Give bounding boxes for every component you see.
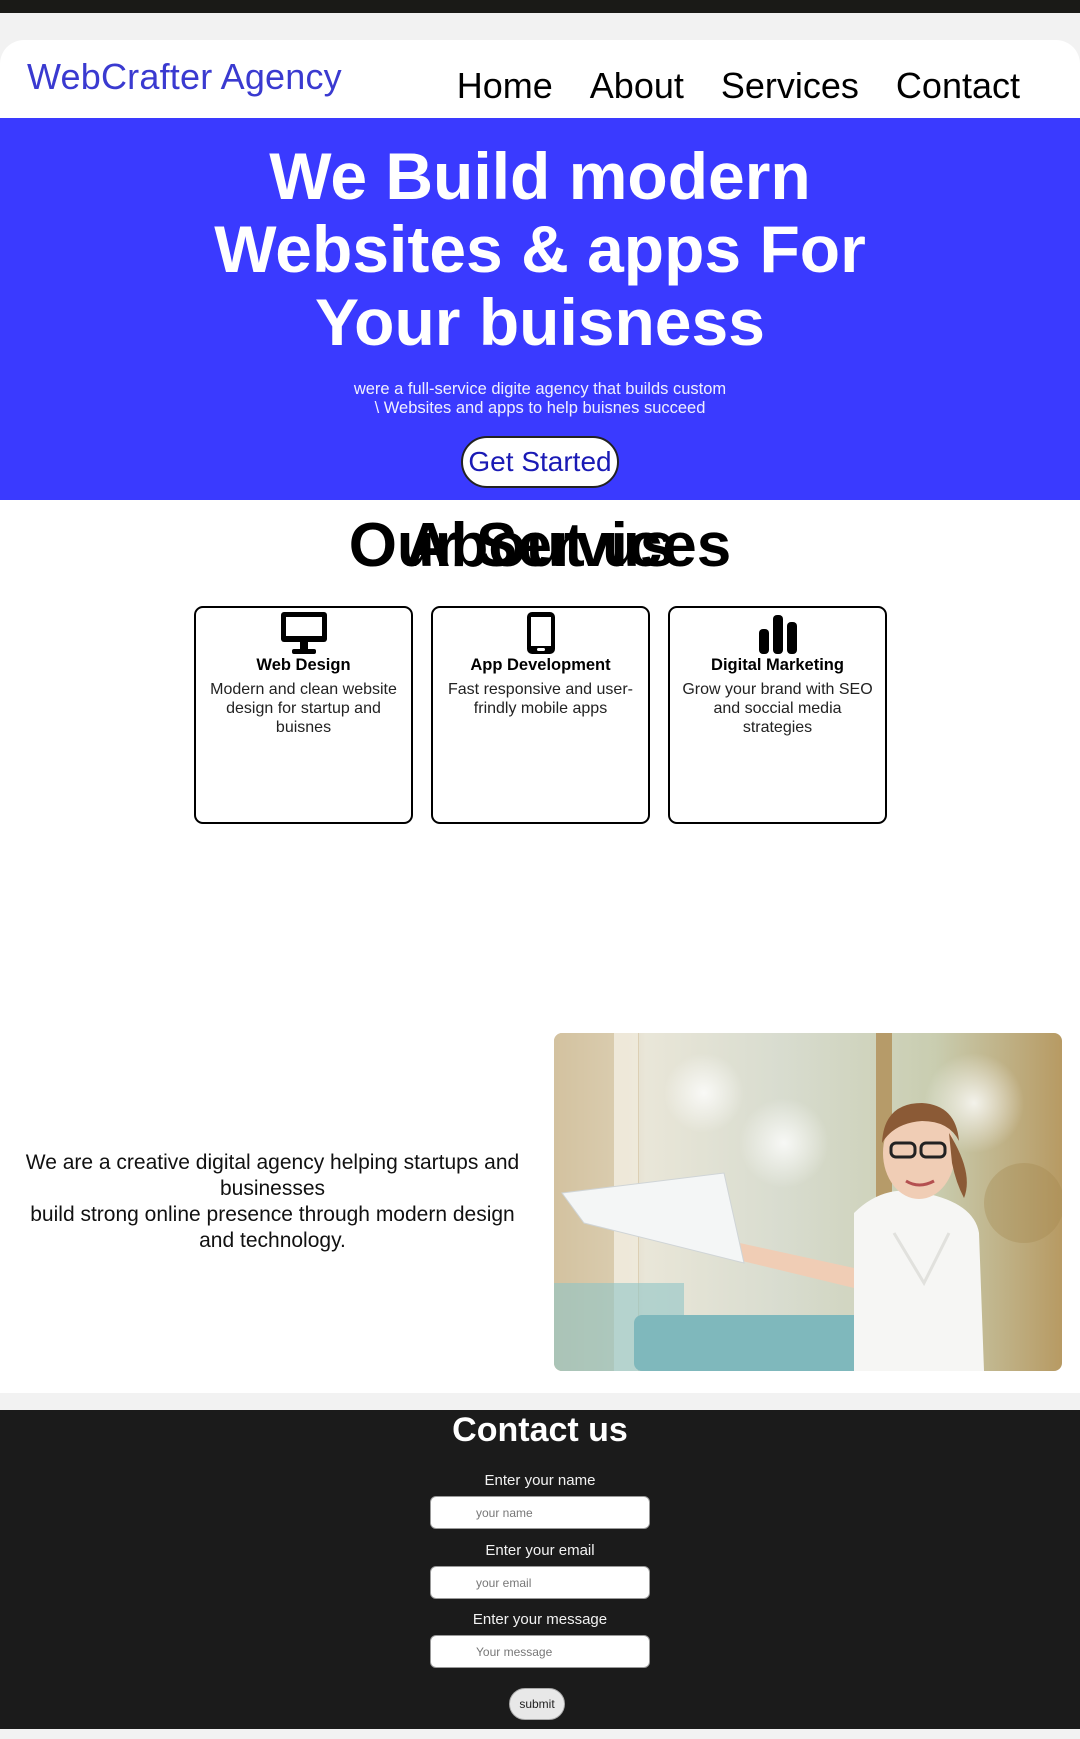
email-input[interactable] [430,1566,650,1599]
site-header: WebCrafter Agency Home About Services Co… [0,40,1080,118]
site-logo[interactable]: WebCrafter Agency [27,56,342,98]
service-card-description: Modern and clean website design for star… [210,681,397,736]
hero-section: We Build modern Websites & apps For Your… [0,118,1080,500]
service-card-title: Web Design [256,656,351,674]
name-input[interactable] [430,1496,650,1529]
service-card-description: Fast responsive and user-frindly mobile … [448,681,633,717]
monitor-icon [196,611,411,657]
hero-subtitle-line-2: \ Websites and apps to help buisnes succ… [374,399,706,417]
about-text-line-1: We are a creative digital agency helping… [25,1151,520,1200]
name-label: Enter your name [484,1472,596,1489]
nav-contact-link[interactable]: Contact [896,65,1020,107]
service-card-digital-marketing: Digital Marketing Grow your brand with S… [668,606,887,824]
nav-home-link[interactable]: Home [457,65,553,107]
service-card-description: Grow your brand with SEO and soccial med… [682,681,873,736]
contact-section: Contact us Enter your name Enter your em… [0,1410,1080,1729]
email-label: Enter your email [485,1542,595,1559]
main-nav: Home About Services Contact [420,65,1020,107]
top-bar [0,0,1080,13]
about-photo [554,1033,1062,1371]
nav-services-link[interactable]: Services [721,65,859,107]
get-started-button[interactable]: Get Started [461,436,619,488]
services-section: Our Services Web Design Modern and clean… [0,500,1080,1393]
bottom-strip [0,1729,1080,1739]
message-label: Enter your message [472,1611,608,1628]
service-card-app-development: App Development Fast responsive and user… [431,606,650,824]
smartphone-icon [433,611,648,657]
about-heading: About us [405,511,675,580]
bar-chart-icon [670,611,885,657]
service-card-title: App Development [470,656,611,674]
service-card-title: Digital Marketing [711,656,844,674]
nav-about-link[interactable]: About [590,65,684,107]
about-text: We are a creative digital agency helping… [20,1150,525,1254]
service-card-web-design: Web Design Modern and clean website desi… [194,606,413,824]
message-input[interactable] [430,1635,650,1668]
hero-subtitle: were a full-service digite agency that b… [290,380,790,418]
about-text-line-2: build strong online presence through mod… [30,1203,515,1252]
hero-title: We Build modern Websites & apps For Your… [214,139,866,359]
contact-heading: Contact us [452,1411,628,1449]
submit-button[interactable]: submit [509,1688,565,1720]
hero-subtitle-line-1: were a full-service digite agency that b… [353,380,727,398]
